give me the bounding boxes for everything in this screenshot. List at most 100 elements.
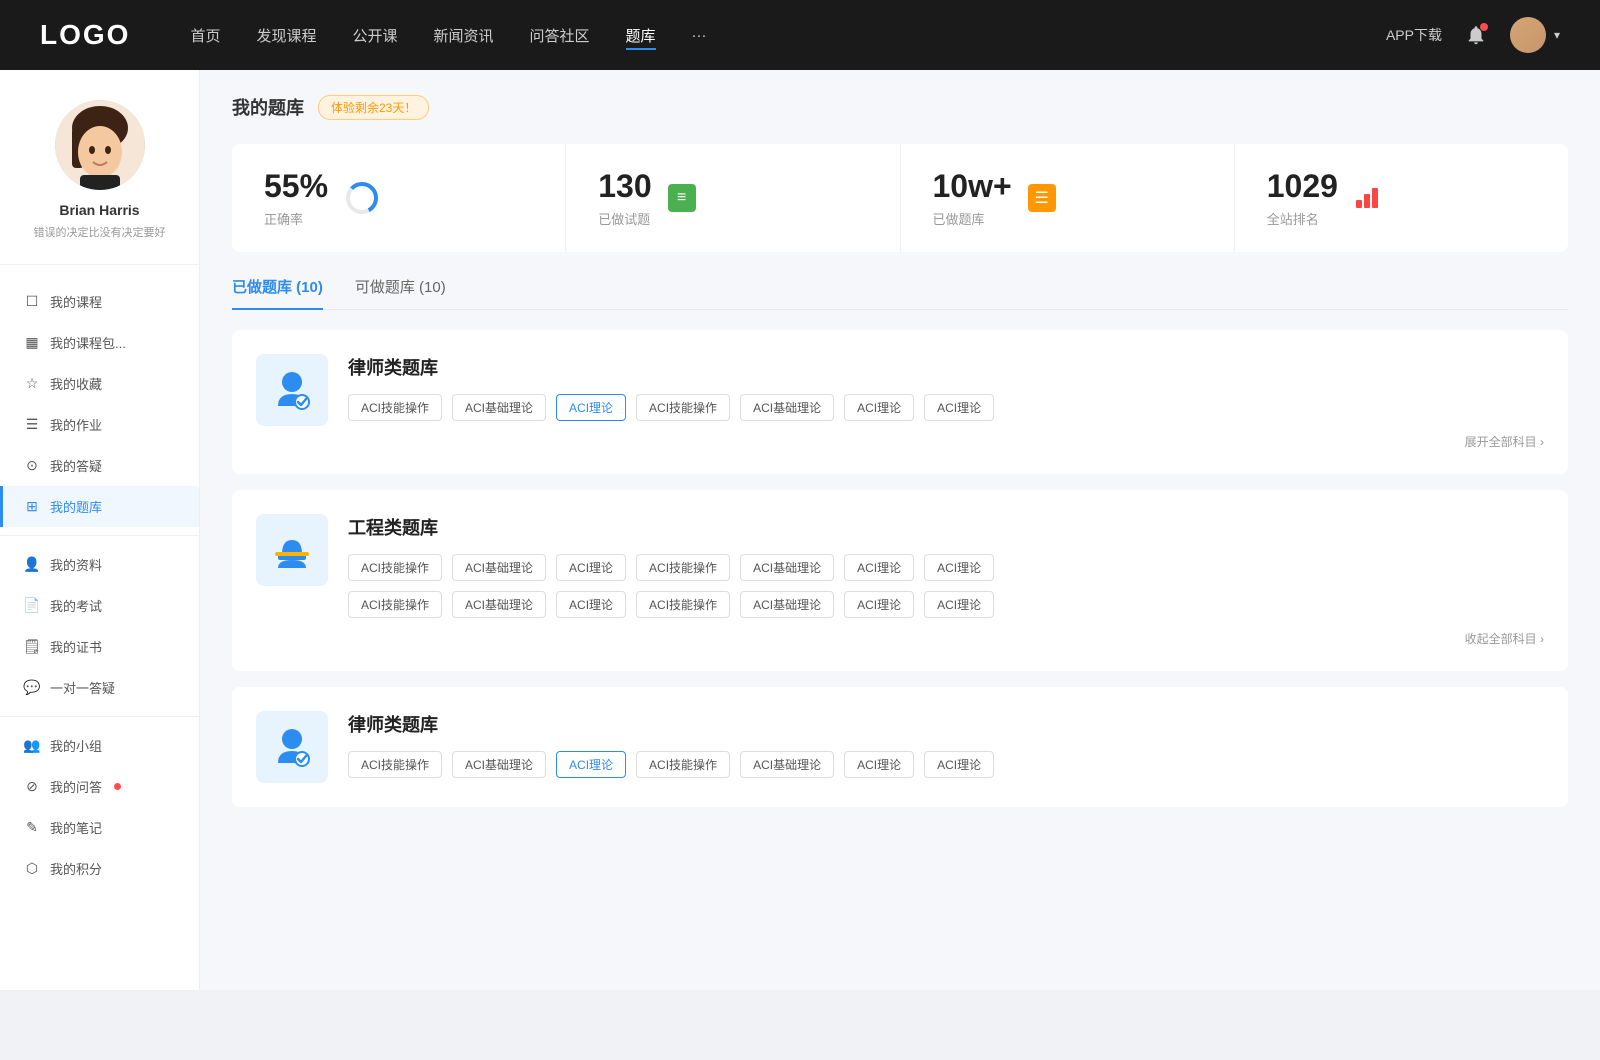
bank-content-0: 律师类题库 ACI技能操作 ACI基础理论 ACI理论 ACI技能操作 ACI基… (348, 354, 1544, 450)
bar1 (1356, 200, 1362, 208)
tab-done-banks[interactable]: 已做题库 (10) (232, 276, 323, 309)
cert-icon: 🗒 (24, 639, 40, 655)
user-avatar (1510, 17, 1546, 53)
sidebar-item-my-data[interactable]: 👤 我的资料 (0, 544, 199, 585)
tag-0-0[interactable]: ACI技能操作 (348, 394, 442, 421)
sidebar-item-course-package[interactable]: ▦ 我的课程包... (0, 322, 199, 363)
sidebar-item-certificate[interactable]: 🗒 我的证书 (0, 626, 199, 667)
stat-text-correct-rate: 55% 正确率 (264, 168, 328, 228)
group-icon: 👥 (24, 738, 40, 754)
bank-card-2: 律师类题库 ACI技能操作 ACI基础理论 ACI理论 ACI技能操作 ACI基… (232, 687, 1568, 807)
bank-content-1: 工程类题库 ACI技能操作 ACI基础理论 ACI理论 ACI技能操作 ACI基… (348, 514, 1544, 647)
tag-0-3[interactable]: ACI技能操作 (636, 394, 730, 421)
bank-card-header-1: 工程类题库 ACI技能操作 ACI基础理论 ACI理论 ACI技能操作 ACI基… (256, 514, 1544, 647)
tag-2-6[interactable]: ACI理论 (924, 751, 994, 778)
tag-extra-1-4[interactable]: ACI基础理论 (740, 591, 834, 618)
tag-2-5[interactable]: ACI理论 (844, 751, 914, 778)
stat-value-done-banks: 10w+ (933, 168, 1012, 205)
main-nav: 首页 发现课程 公开课 新闻资讯 问答社区 题库 ··· (190, 21, 1386, 50)
stat-done-questions: 130 已做试题 ≡ (566, 144, 900, 252)
tag-1-5[interactable]: ACI理论 (844, 554, 914, 581)
header-right: APP下载 ▾ (1386, 17, 1560, 53)
tags-row-0: ACI技能操作 ACI基础理论 ACI理论 ACI技能操作 ACI基础理论 AC… (348, 394, 1544, 421)
notification-bell[interactable] (1462, 21, 1490, 49)
tag-1-2[interactable]: ACI理论 (556, 554, 626, 581)
tag-2-4[interactable]: ACI基础理论 (740, 751, 834, 778)
donut-chart (344, 180, 380, 216)
bank-card-1: 工程类题库 ACI技能操作 ACI基础理论 ACI理论 ACI技能操作 ACI基… (232, 490, 1568, 671)
tag-extra-1-1[interactable]: ACI基础理论 (452, 591, 546, 618)
expand-link-1[interactable]: 收起全部科目 › (348, 630, 1544, 647)
lawyer-icon-svg-2 (268, 723, 316, 771)
bar2 (1364, 194, 1370, 208)
stat-label-site-rank: 全站排名 (1267, 209, 1338, 228)
sidebar-menu: ☐ 我的课程 ▦ 我的课程包... ☆ 我的收藏 ☰ 我的作业 ⊙ 我的答疑 ⊞… (0, 281, 199, 889)
tag-0-5[interactable]: ACI理论 (844, 394, 914, 421)
expand-link-0[interactable]: 展开全部科目 › (348, 433, 1544, 450)
nav-more[interactable]: ··· (692, 23, 707, 48)
nav-discover[interactable]: 发现课程 (256, 21, 316, 50)
nav-question-bank[interactable]: 题库 (626, 21, 656, 50)
doc-icon: ☰ (24, 417, 40, 433)
sidebar-item-my-course[interactable]: ☐ 我的课程 (0, 281, 199, 322)
tag-1-3[interactable]: ACI技能操作 (636, 554, 730, 581)
sidebar-item-notes[interactable]: ✎ 我的笔记 (0, 807, 199, 848)
tag-2-2[interactable]: ACI理论 (556, 751, 626, 778)
stat-value-done-questions: 130 (598, 168, 651, 205)
app-download-button[interactable]: APP下载 (1386, 25, 1442, 45)
stat-correct-rate: 55% 正确率 (232, 144, 566, 252)
main-content: 我的题库 体验剩余23天！ 55% 正确率 (200, 70, 1600, 990)
stat-label-done-banks: 已做题库 (933, 209, 1012, 228)
tags-row-1: ACI技能操作 ACI基础理论 ACI理论 ACI技能操作 ACI基础理论 AC… (348, 554, 1544, 581)
sidebar-item-one-on-one[interactable]: 💬 一对一答疑 (0, 667, 199, 708)
sidebar-item-my-qa[interactable]: ⊘ 我的问答 (0, 766, 199, 807)
tag-extra-1-6[interactable]: ACI理论 (924, 591, 994, 618)
tag-0-6[interactable]: ACI理论 (924, 394, 994, 421)
bars-icon: ▦ (24, 335, 40, 351)
tag-extra-1-0[interactable]: ACI技能操作 (348, 591, 442, 618)
tag-extra-1-3[interactable]: ACI技能操作 (636, 591, 730, 618)
tag-1-4[interactable]: ACI基础理论 (740, 554, 834, 581)
trial-badge: 体验剩余23天！ (318, 95, 429, 120)
tab-available-banks[interactable]: 可做题库 (10) (355, 276, 446, 309)
note-icon: ✎ (24, 820, 40, 836)
note-icon-orange: ☰ (1028, 184, 1056, 212)
grid-icon: ⊞ (24, 499, 40, 515)
sidebar-item-points[interactable]: ⬡ 我的积分 (0, 848, 199, 889)
tag-extra-1-5[interactable]: ACI理论 (844, 591, 914, 618)
logo[interactable]: LOGO (40, 19, 130, 51)
profile-name: Brian Harris (20, 202, 179, 218)
stats-row: 55% 正确率 130 已做试题 ≡ (232, 144, 1568, 252)
tag-extra-1-2[interactable]: ACI理论 (556, 591, 626, 618)
tag-1-1[interactable]: ACI基础理论 (452, 554, 546, 581)
nav-home[interactable]: 首页 (190, 21, 220, 50)
nav-qa[interactable]: 问答社区 (530, 21, 590, 50)
sidebar-item-question-bank[interactable]: ⊞ 我的题库 (0, 486, 199, 527)
nav-open-course[interactable]: 公开课 (352, 21, 397, 50)
profile-motto: 错误的决定比没有决定要好 (20, 224, 179, 240)
bar3 (1372, 188, 1378, 208)
stat-value-site-rank: 1029 (1267, 168, 1338, 205)
tag-0-1[interactable]: ACI基础理论 (452, 394, 546, 421)
tag-2-0[interactable]: ACI技能操作 (348, 751, 442, 778)
stat-site-rank: 1029 全站排名 (1235, 144, 1568, 252)
tabs-bar: 已做题库 (10) 可做题库 (10) (232, 276, 1568, 310)
bank-title-1: 工程类题库 (348, 514, 1544, 540)
sidebar-item-questions[interactable]: ⊙ 我的答疑 (0, 445, 199, 486)
sidebar-item-group[interactable]: 👥 我的小组 (0, 725, 199, 766)
tag-0-4[interactable]: ACI基础理论 (740, 394, 834, 421)
tag-1-6[interactable]: ACI理论 (924, 554, 994, 581)
medal-icon: ⬡ (24, 861, 40, 877)
sidebar-item-favorites[interactable]: ☆ 我的收藏 (0, 363, 199, 404)
tag-1-0[interactable]: ACI技能操作 (348, 554, 442, 581)
stat-done-banks: 10w+ 已做题库 ☰ (901, 144, 1235, 252)
bank-card-0: 律师类题库 ACI技能操作 ACI基础理论 ACI理论 ACI技能操作 ACI基… (232, 330, 1568, 474)
layout: Brian Harris 错误的决定比没有决定要好 ☐ 我的课程 ▦ 我的课程包… (0, 70, 1600, 990)
sidebar-item-homework[interactable]: ☰ 我的作业 (0, 404, 199, 445)
nav-news[interactable]: 新闻资讯 (434, 21, 494, 50)
sidebar-item-exam[interactable]: 📄 我的考试 (0, 585, 199, 626)
tag-0-2[interactable]: ACI理论 (556, 394, 626, 421)
tag-2-1[interactable]: ACI基础理论 (452, 751, 546, 778)
tag-2-3[interactable]: ACI技能操作 (636, 751, 730, 778)
user-avatar-container[interactable]: ▾ (1510, 17, 1560, 53)
